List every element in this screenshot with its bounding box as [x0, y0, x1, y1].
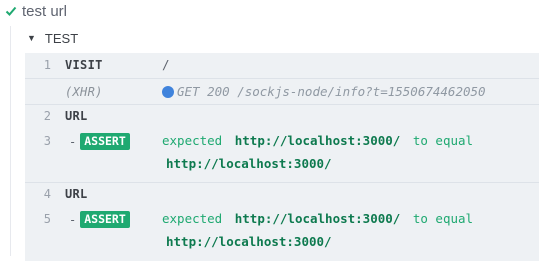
command-row[interactable]: 1 VISIT /	[25, 53, 539, 79]
command-message: GET 200 /sockjs-node/info?t=155067446205…	[177, 84, 486, 99]
expected-word: expected	[162, 211, 223, 226]
command-group: 4 URL 5 - ASSERT expected http://localho…	[25, 183, 539, 261]
command-row-xhr[interactable]: (XHR) GET 200 /sockjs-node/info?t=155067…	[25, 79, 539, 105]
command-log: 1 VISIT / (XHR) GET 200 /sockjs-node/inf…	[25, 53, 539, 261]
test-title-row[interactable]: test url	[0, 0, 67, 22]
command-number: 3	[43, 134, 51, 148]
assert-badge: ASSERT	[80, 133, 130, 150]
suite-header[interactable]: ▼ TEST	[27, 29, 78, 47]
assert-message-line1: expected http://localhost:3000/ to equal	[162, 133, 473, 148]
to-equal-word: to equal	[412, 133, 474, 148]
assert-badge: ASSERT	[80, 211, 130, 228]
caret-down-icon[interactable]: ▼	[27, 33, 36, 43]
assert-message-line1: expected http://localhost:3000/ to equal	[162, 211, 473, 226]
check-icon	[0, 5, 22, 17]
assert-dash: -	[69, 134, 77, 149]
actual-value: http://localhost:3000/	[234, 211, 401, 226]
actual-value: http://localhost:3000/	[234, 133, 401, 148]
xhr-message-wrap: GET 200 /sockjs-node/info?t=155067446205…	[162, 84, 486, 99]
expected-value: http://localhost:3000/	[166, 234, 332, 249]
assert-command[interactable]: - ASSERT	[69, 133, 130, 150]
command-name[interactable]: URL	[65, 109, 88, 123]
to-equal-word: to equal	[412, 211, 474, 226]
assert-dash: -	[69, 212, 77, 227]
command-name[interactable]: URL	[65, 187, 88, 201]
command-name: (XHR)	[65, 85, 103, 99]
suite-name: TEST	[44, 30, 79, 46]
command-message: /	[162, 57, 170, 72]
expected-word: expected	[162, 133, 223, 148]
command-name: VISIT	[65, 58, 103, 72]
test-title: test url	[22, 2, 68, 20]
assert-command[interactable]: - ASSERT	[69, 211, 130, 228]
command-number: 4	[43, 187, 51, 201]
command-number: 2	[43, 109, 51, 123]
expected-value: http://localhost:3000/	[166, 156, 332, 171]
xhr-status-dot-icon	[162, 85, 174, 98]
command-number: 5	[43, 212, 51, 226]
command-number: 1	[43, 58, 51, 72]
suite-container: ▼ TEST 1 VISIT / (XHR) GET 200 /sockjs-n…	[10, 26, 539, 261]
command-group: 2 URL 3 - ASSERT expected http://localho…	[25, 105, 539, 183]
